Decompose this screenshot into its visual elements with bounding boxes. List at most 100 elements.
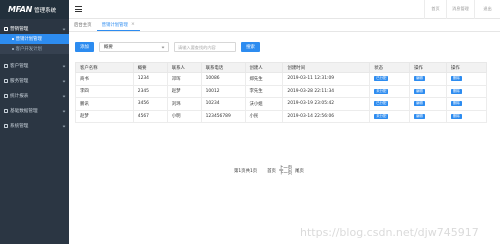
brand: MFAN 管理系统 xyxy=(0,0,69,19)
search-field-select[interactable]: 概要 xyxy=(99,42,169,52)
delete-button[interactable]: 删除 xyxy=(451,101,462,107)
sidebar-group-service[interactable]: 服务管理 xyxy=(0,75,69,86)
cell-phone: 123456789 xyxy=(200,109,246,123)
main-content: 添加 概要 搜索 客户名称 概要 联系人 联系电话 创建人 创建时间 状态 操作… xyxy=(69,32,500,244)
cell-customer: 李四 xyxy=(75,84,134,98)
delete-button[interactable]: 删除 xyxy=(451,88,462,94)
sidebar-group-customers[interactable]: 客户管理 xyxy=(0,60,69,71)
cell-summary: 4567 xyxy=(132,109,168,123)
cell-edit: 编辑 xyxy=(409,72,448,86)
chevron-down-icon xyxy=(62,79,66,82)
table-row: 赵梦 4567 小明 123456789 小民 2019-03-14 22:56… xyxy=(75,109,487,123)
cell-created-at: 2019-03-28 22:11:34 xyxy=(282,84,371,98)
tab-label: 营销计划管理 xyxy=(101,22,128,28)
status-badge: 已分配 xyxy=(374,76,389,82)
column-header: 创建时间 xyxy=(282,62,371,73)
cell-created-at: 2019-03-19 23:05:42 xyxy=(282,97,371,111)
next-page-link[interactable]: 下一页 xyxy=(279,171,292,176)
cell-edit: 编辑 xyxy=(409,109,448,123)
cell-contact: 小明 xyxy=(166,109,202,123)
sidebar-group-base-data[interactable]: 基础数据管理 xyxy=(0,105,69,116)
sidebar-group-system[interactable]: 系统管理 xyxy=(0,120,69,131)
tab-marketing-plan[interactable]: 营销计划管理 × xyxy=(96,19,140,31)
last-page-link[interactable]: 尾页 xyxy=(295,168,304,174)
topbar: 首页 消息管理 退出 xyxy=(69,0,500,19)
first-page-link[interactable]: 首页 xyxy=(267,168,276,174)
users-icon xyxy=(4,63,8,68)
add-button[interactable]: 添加 xyxy=(75,42,94,52)
cell-customer: 赵梦 xyxy=(75,109,134,123)
cell-creator: 郑先生 xyxy=(244,72,284,86)
cell-delete: 删除 xyxy=(446,72,487,86)
close-icon[interactable]: × xyxy=(131,22,135,27)
sidebar-group-reports[interactable]: 统计报表 xyxy=(0,90,69,101)
cell-phone: 10086 xyxy=(200,72,246,86)
pagination: 第1页共1页 首页 上一页 下一页 尾页 xyxy=(234,166,304,176)
sidebar-item-label: 营销计划管理 xyxy=(15,37,42,42)
cell-phone: 10234 xyxy=(200,97,246,111)
chevron-down-icon xyxy=(62,94,66,97)
sidebar-group-label: 营销管理 xyxy=(10,26,29,32)
cell-status: 已分配 xyxy=(369,72,411,86)
topbar-home-button[interactable]: 首页 xyxy=(424,0,446,19)
cell-summary: 1234 xyxy=(132,72,168,86)
cell-creator: 小民 xyxy=(244,109,284,123)
sidebar-group-marketing[interactable]: 营销管理 xyxy=(0,23,69,34)
chevron-down-icon xyxy=(161,45,165,49)
edit-button[interactable]: 编辑 xyxy=(414,88,425,94)
status-badge: 未分配 xyxy=(374,88,389,94)
cell-contact: 赵梦 xyxy=(166,84,202,98)
table-row: 商书 1234 邓珲 10086 郑先生 2019-03-11 12:31:09… xyxy=(75,72,487,86)
cell-summary: 3456 xyxy=(132,97,168,111)
table-row: 李四 2345 赵梦 10012 李先生 2019-03-28 22:11:34… xyxy=(75,84,487,98)
edit-button[interactable]: 编辑 xyxy=(414,76,425,82)
cell-created-at: 2019-03-11 12:31:09 xyxy=(282,72,371,86)
cell-creator: 沃小姐 xyxy=(244,97,284,111)
cell-customer: 鹏讯 xyxy=(75,97,134,111)
cell-edit: 编辑 xyxy=(409,84,448,98)
column-header: 操作 xyxy=(409,62,448,73)
chevron-down-icon xyxy=(62,27,66,30)
cell-phone: 10012 xyxy=(200,84,246,98)
sidebar-item-customer-dev-plan[interactable]: 客户开发计划 xyxy=(0,44,69,54)
column-header: 状态 xyxy=(369,62,411,73)
search-input[interactable] xyxy=(174,42,236,52)
brand-subtitle: 管理系统 xyxy=(34,7,57,14)
column-header: 联系人 xyxy=(166,62,202,73)
edit-button[interactable]: 编辑 xyxy=(414,113,425,119)
gear-icon xyxy=(4,123,8,128)
hamburger-icon[interactable] xyxy=(75,6,82,12)
topbar-messages-button[interactable]: 消息管理 xyxy=(446,0,474,19)
column-header: 操作 xyxy=(446,62,487,73)
delete-button[interactable]: 删除 xyxy=(451,113,462,119)
sidebar-group-label: 客户管理 xyxy=(10,63,29,69)
prev-next-links: 上一页 下一页 xyxy=(279,166,292,176)
delete-button[interactable]: 删除 xyxy=(451,76,462,82)
sidebar-item-label: 客户开发计划 xyxy=(15,47,42,52)
bullet-icon xyxy=(12,38,14,40)
cell-delete: 删除 xyxy=(446,84,487,98)
edit-button[interactable]: 编辑 xyxy=(414,101,425,107)
marketing-icon xyxy=(4,26,8,31)
search-button[interactable]: 搜索 xyxy=(241,42,260,52)
bullet-icon xyxy=(12,48,14,50)
chart-icon xyxy=(4,93,8,98)
cell-edit: 编辑 xyxy=(409,97,448,111)
database-icon xyxy=(4,108,8,113)
topbar-logout-button[interactable]: 退出 xyxy=(474,0,500,19)
cell-contact: 邓珲 xyxy=(166,72,202,86)
table-row: 鹏讯 3456 刘玮 10234 沃小姐 2019-03-19 23:05:42… xyxy=(75,97,487,111)
sidebar-item-marketing-plan[interactable]: 营销计划管理 xyxy=(0,34,69,44)
watermark: https://blog.csdn.net/djw745917 xyxy=(300,226,479,239)
tab-home[interactable]: 后台主页 xyxy=(69,19,97,31)
plan-table: 客户名称 概要 联系人 联系电话 创建人 创建时间 状态 操作 操作 商书 12… xyxy=(75,62,487,123)
page-info: 第1页共1页 xyxy=(234,169,258,174)
tab-label: 后台主页 xyxy=(74,23,92,28)
cell-delete: 删除 xyxy=(446,109,487,123)
cell-status: 未分配 xyxy=(369,84,411,98)
cell-contact: 刘玮 xyxy=(166,97,202,111)
service-icon xyxy=(4,78,8,83)
sidebar-group-label: 基础数据管理 xyxy=(10,108,38,114)
toolbar: 添加 概要 搜索 xyxy=(75,42,260,52)
cell-summary: 2345 xyxy=(132,84,168,98)
